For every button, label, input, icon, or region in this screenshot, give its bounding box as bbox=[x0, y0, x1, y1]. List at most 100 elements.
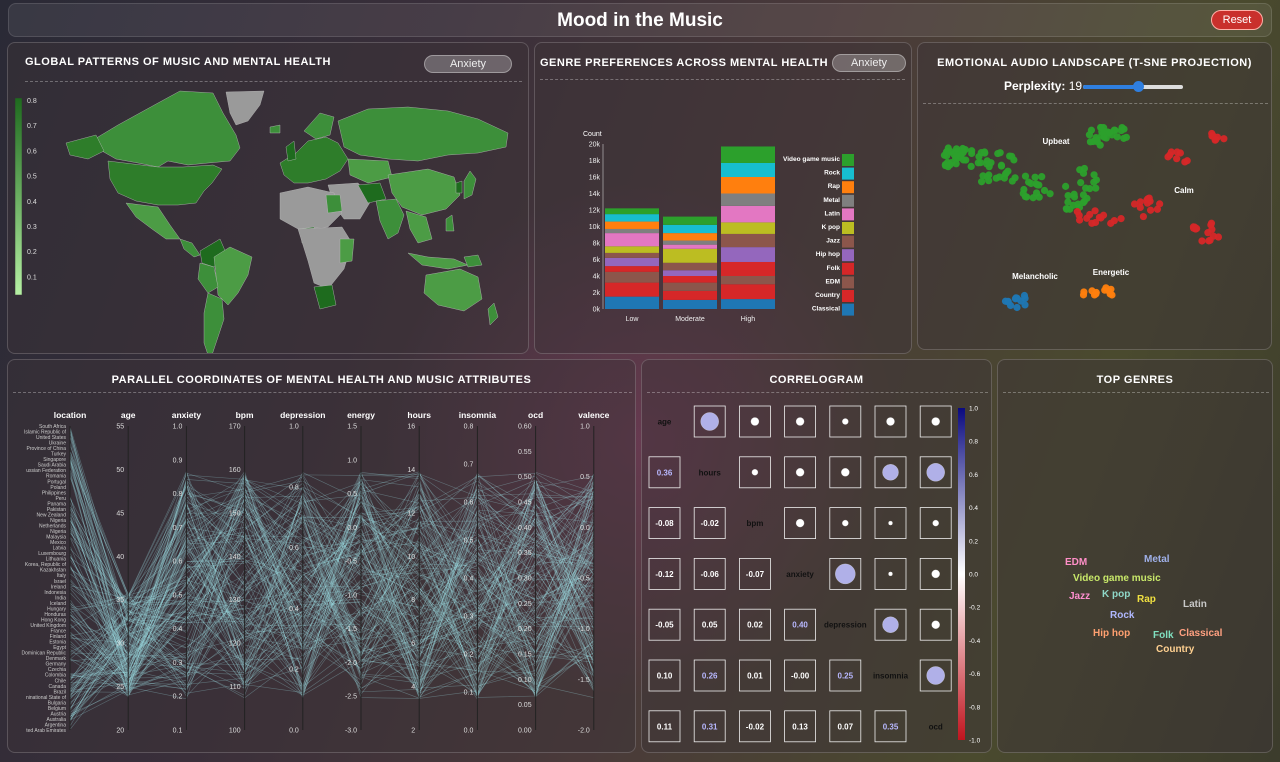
tsne-point[interactable] bbox=[995, 173, 1004, 181]
tsne-point[interactable] bbox=[1117, 215, 1125, 223]
tsne-point[interactable] bbox=[961, 146, 969, 154]
legend-swatch[interactable] bbox=[842, 222, 854, 234]
world-map[interactable] bbox=[65, 90, 509, 354]
tsne-point[interactable] bbox=[1062, 182, 1070, 190]
tsne-point[interactable] bbox=[976, 159, 985, 167]
bar-segment[interactable] bbox=[721, 146, 775, 163]
tsne-point[interactable] bbox=[1091, 218, 1100, 227]
legend-swatch[interactable] bbox=[842, 290, 854, 302]
country-korea[interactable] bbox=[455, 180, 463, 194]
tsne-point[interactable] bbox=[1090, 291, 1099, 299]
bar-segment[interactable] bbox=[605, 266, 659, 272]
genre-word[interactable]: Folk bbox=[1153, 630, 1174, 641]
tsne-point[interactable] bbox=[946, 161, 954, 169]
tsne-point[interactable] bbox=[1153, 205, 1162, 213]
bar-segment[interactable] bbox=[721, 205, 775, 223]
country-kazakhstan[interactable] bbox=[347, 158, 393, 184]
bar-segment[interactable] bbox=[663, 270, 717, 276]
bar-segment[interactable] bbox=[721, 284, 775, 300]
tsne-point[interactable] bbox=[1023, 193, 1031, 201]
legend-swatch[interactable] bbox=[842, 154, 854, 166]
tsne-point[interactable] bbox=[1144, 195, 1152, 203]
tsne-point[interactable] bbox=[1146, 206, 1155, 214]
tsne-point[interactable] bbox=[1167, 148, 1175, 156]
legend-swatch[interactable] bbox=[842, 249, 854, 262]
tsne-point[interactable] bbox=[1070, 190, 1078, 198]
tsne-point[interactable] bbox=[1207, 221, 1215, 229]
tsne-point[interactable] bbox=[1113, 133, 1121, 141]
genre-word[interactable]: Rock bbox=[1110, 610, 1134, 621]
country-usa[interactable] bbox=[107, 160, 223, 206]
bar-segment[interactable] bbox=[605, 296, 659, 309]
genre-word[interactable]: Rap bbox=[1137, 594, 1156, 605]
country-new-zealand[interactable] bbox=[487, 302, 499, 326]
bar-segment[interactable] bbox=[721, 233, 775, 248]
country-mexico[interactable] bbox=[125, 202, 181, 240]
tsne-point[interactable] bbox=[1192, 225, 1200, 233]
tsne-point[interactable] bbox=[1212, 135, 1220, 143]
tsne-point[interactable] bbox=[1035, 181, 1043, 189]
bar-segment[interactable] bbox=[721, 276, 775, 285]
legend-swatch[interactable] bbox=[842, 303, 854, 316]
tsne-point[interactable] bbox=[1118, 123, 1126, 132]
tsne-point[interactable] bbox=[994, 149, 1002, 158]
tsne-point[interactable] bbox=[1077, 178, 1085, 187]
tsne-point[interactable] bbox=[1198, 237, 1206, 245]
genre-word[interactable]: Jazz bbox=[1069, 591, 1090, 602]
tsne-point[interactable] bbox=[940, 151, 949, 159]
bar-segment[interactable] bbox=[663, 216, 717, 225]
tsne-point[interactable] bbox=[968, 149, 976, 158]
country-iceland[interactable] bbox=[269, 124, 281, 134]
tsne-point[interactable] bbox=[1024, 178, 1033, 186]
country-south-africa[interactable] bbox=[313, 284, 337, 310]
tsne-point[interactable] bbox=[1079, 198, 1087, 207]
tsne-point[interactable] bbox=[1099, 211, 1108, 219]
genre-word[interactable]: Country bbox=[1156, 644, 1194, 655]
tsne-point[interactable] bbox=[1087, 126, 1096, 134]
tsne-point[interactable] bbox=[1173, 155, 1181, 163]
country-scandinavia[interactable] bbox=[303, 112, 335, 140]
tsne-point[interactable] bbox=[1220, 135, 1228, 143]
tsne-point[interactable] bbox=[1098, 128, 1106, 136]
country-australia[interactable] bbox=[423, 268, 483, 312]
genre-word[interactable]: Classical bbox=[1179, 628, 1222, 639]
bar-segment[interactable] bbox=[663, 240, 717, 245]
tsne-point[interactable] bbox=[1001, 297, 1010, 305]
bar-segment[interactable] bbox=[663, 224, 717, 234]
tsne-point[interactable] bbox=[1064, 192, 1072, 200]
tsne-point[interactable] bbox=[1105, 287, 1113, 295]
tsne-scatter[interactable]: Upbeat Calm Melancholic Energetic bbox=[918, 107, 1272, 347]
bar-segment[interactable] bbox=[605, 214, 659, 222]
tsne-point[interactable] bbox=[959, 156, 968, 164]
bar-segment[interactable] bbox=[721, 193, 775, 206]
bar-segment[interactable] bbox=[605, 233, 659, 247]
bar-segment[interactable] bbox=[721, 247, 775, 262]
tsne-point[interactable] bbox=[1011, 174, 1019, 182]
bar-segment[interactable] bbox=[663, 290, 717, 300]
tsne-point[interactable] bbox=[1080, 164, 1089, 173]
tsne-point[interactable] bbox=[1205, 237, 1213, 245]
tsne-point[interactable] bbox=[1035, 193, 1043, 201]
genre-metric-dropdown[interactable]: Anxiety bbox=[832, 54, 906, 72]
country-indonesia[interactable] bbox=[407, 252, 469, 270]
bar-segment[interactable] bbox=[605, 252, 659, 258]
reset-button[interactable]: Reset bbox=[1211, 10, 1263, 30]
bar-segment[interactable] bbox=[721, 162, 775, 177]
tsne-point[interactable] bbox=[983, 173, 991, 181]
tsne-point[interactable] bbox=[1031, 173, 1039, 181]
tsne-point[interactable] bbox=[1091, 207, 1099, 215]
bar-segment[interactable] bbox=[721, 222, 775, 234]
tsne-point[interactable] bbox=[967, 162, 975, 170]
genre-word[interactable]: EDM bbox=[1065, 557, 1087, 568]
tsne-point[interactable] bbox=[1046, 190, 1054, 198]
country-uk[interactable] bbox=[285, 140, 297, 162]
country-argentina[interactable] bbox=[203, 292, 225, 354]
bar-segment[interactable] bbox=[721, 299, 775, 309]
legend-swatch[interactable] bbox=[842, 208, 854, 221]
tsne-point[interactable] bbox=[1139, 212, 1148, 221]
legend-swatch[interactable] bbox=[842, 194, 854, 207]
bar-segment[interactable] bbox=[605, 282, 659, 297]
bar-segment[interactable] bbox=[663, 262, 717, 271]
genre-word[interactable]: Hip hop bbox=[1093, 628, 1130, 639]
country-east-africa[interactable] bbox=[339, 238, 355, 264]
